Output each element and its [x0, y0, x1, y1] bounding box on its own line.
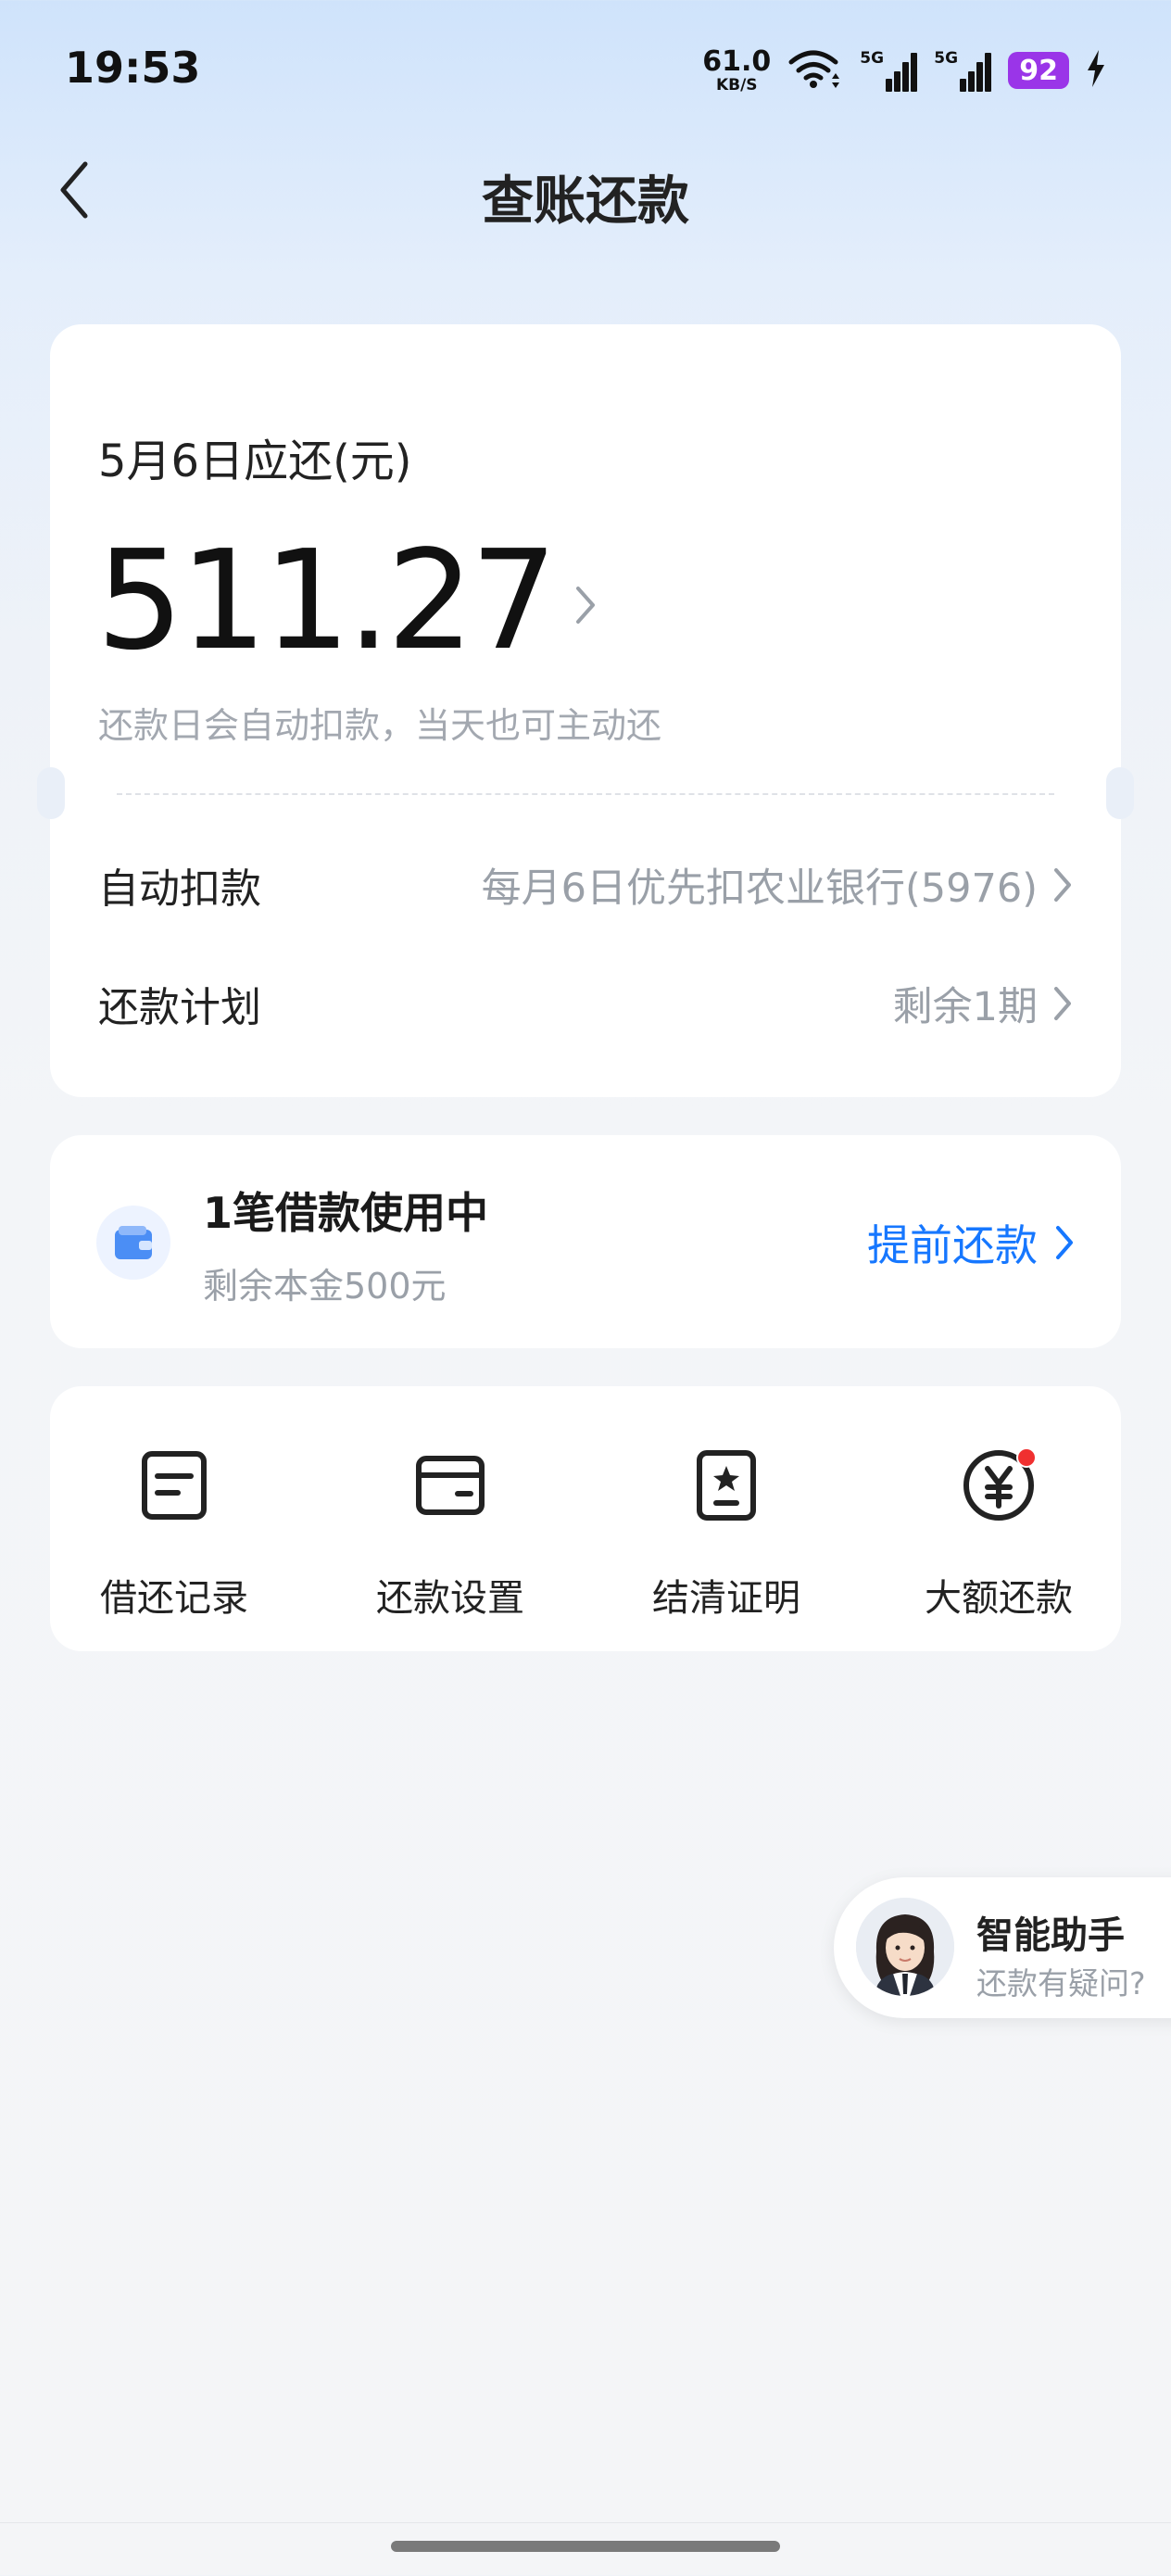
- amount-value: 511.27: [96, 521, 558, 680]
- divider: [117, 793, 1054, 795]
- divider: [0, 2522, 1171, 2523]
- card-notch: [1106, 767, 1134, 819]
- status-bar: 19:53 61.0 KB/S 5G 5G 92: [0, 0, 1171, 139]
- bill-card: 5月6日应还(元) 511.27 还款日会自动扣款，当天也可主动还 自动扣款 每…: [50, 324, 1121, 1097]
- due-date-label: 5月6日应还(元): [98, 436, 412, 487]
- quick-actions: 借还记录 还款设置 结清证明 大额还款: [50, 1386, 1121, 1651]
- assistant-title: 智能助手: [976, 1914, 1125, 1957]
- action-label: 借还记录: [100, 1577, 248, 1620]
- assistant-subtitle: 还款有疑问?: [976, 1965, 1146, 2001]
- loan-status-title: 1笔借款使用中: [203, 1188, 489, 1238]
- network-speed: 61.0 KB/S: [702, 44, 772, 95]
- battery-icon: 92: [1008, 52, 1069, 89]
- chevron-right-icon: [575, 587, 595, 624]
- chevron-right-icon: [1056, 1226, 1073, 1259]
- prepay-label: 提前还款: [867, 1220, 1038, 1270]
- page-title: 查账还款: [482, 171, 689, 232]
- prepay-button[interactable]: 提前还款: [867, 1212, 1075, 1273]
- notification-dot: [1016, 1447, 1037, 1468]
- action-settlement-certificate[interactable]: 结清证明: [624, 1444, 828, 1622]
- home-indicator[interactable]: [391, 2541, 780, 2552]
- action-borrow-repay-records[interactable]: 借还记录: [72, 1444, 276, 1622]
- auto-debit-label: 自动扣款: [98, 865, 261, 913]
- chevron-right-icon: [1054, 987, 1071, 1020]
- network-speed-value: 61.0: [702, 44, 772, 78]
- action-label: 大额还款: [925, 1577, 1073, 1620]
- auto-debit-row[interactable]: 自动扣款 每月6日优先扣农业银行(5976): [98, 852, 1073, 917]
- repayment-plan-row[interactable]: 还款计划 剩余1期: [98, 971, 1073, 1036]
- assistant-avatar: [856, 1898, 954, 1996]
- yuan-icon: [957, 1444, 1040, 1527]
- certificate-icon: [685, 1444, 768, 1527]
- smart-assistant-button[interactable]: 智能助手 还款有疑问?: [834, 1877, 1171, 2018]
- signal-icon: 5G: [860, 49, 918, 92]
- repayment-plan-value: 剩余1期: [892, 984, 1038, 1030]
- status-time: 19:53: [65, 43, 201, 93]
- charging-icon: [1086, 50, 1106, 91]
- network-speed-unit: KB/S: [715, 75, 758, 95]
- status-icons: 61.0 KB/S 5G 5G 92: [702, 44, 1106, 96]
- auto-debit-value: 每月6日优先扣农业银行(5976): [481, 865, 1038, 912]
- chevron-right-icon: [1054, 868, 1071, 902]
- repayment-plan-label: 还款计划: [98, 984, 261, 1031]
- loan-card: 1笔借款使用中 剩余本金500元 提前还款: [50, 1135, 1121, 1348]
- amount-due[interactable]: 511.27: [96, 532, 597, 669]
- signal-tag: 5G: [934, 49, 959, 68]
- action-large-repayment[interactable]: 大额还款: [897, 1444, 1101, 1622]
- wallet-icon: [96, 1206, 170, 1280]
- card-notch: [37, 767, 65, 819]
- action-label: 结清证明: [652, 1577, 800, 1620]
- action-label: 还款设置: [376, 1577, 524, 1620]
- action-repayment-settings[interactable]: 还款设置: [348, 1444, 552, 1622]
- card-icon: [409, 1444, 492, 1527]
- record-icon: [132, 1444, 216, 1527]
- signal-tag: 5G: [860, 49, 885, 68]
- bill-hint: 还款日会自动扣款，当天也可主动还: [98, 705, 662, 746]
- wifi-icon: [787, 47, 843, 94]
- battery-level: 92: [1019, 54, 1058, 87]
- remaining-principal: 剩余本金500元: [203, 1266, 447, 1307]
- signal-icon: 5G: [934, 49, 992, 92]
